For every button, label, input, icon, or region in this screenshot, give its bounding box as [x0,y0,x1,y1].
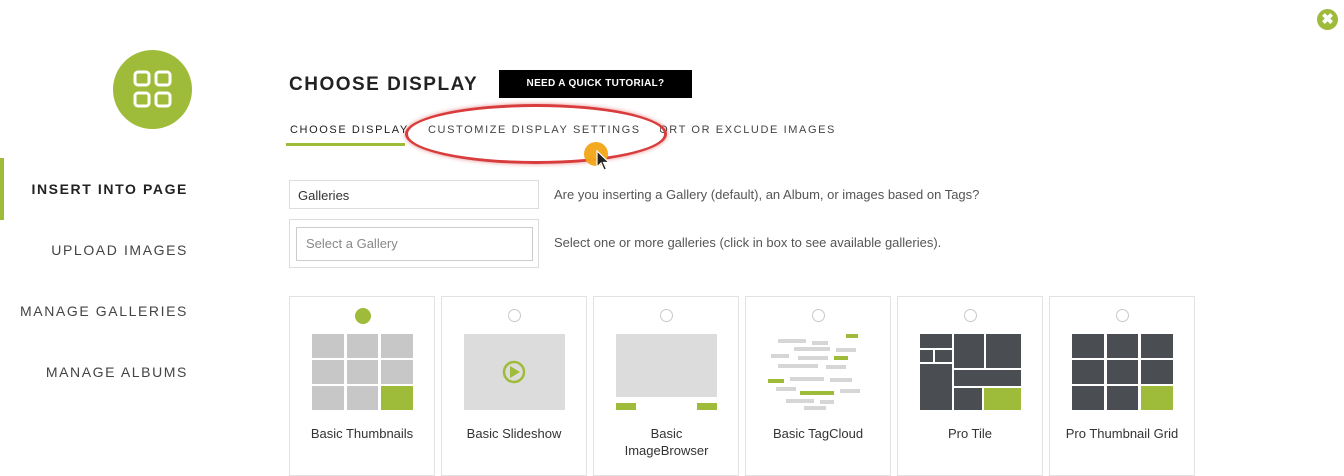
sidebar-active-indicator [0,158,4,220]
display-source-help: Are you inserting a Gallery (default), a… [554,187,980,202]
display-type-label: Basic ImageBrowser [624,426,709,458]
gallery-select-help: Select one or more galleries (click in b… [554,235,942,250]
display-type-label: Basic TagCloud [772,426,864,441]
imagebrowser-preview-icon [616,334,717,410]
sidebar-item-manage-albums[interactable]: MANAGE ALBUMS [46,364,188,380]
display-type-label: Pro Thumbnail Grid [1065,426,1179,441]
radio-unselected[interactable] [964,309,977,322]
slideshow-preview-icon [464,334,565,410]
tutorial-button[interactable]: NEED A QUICK TUTORIAL? [499,70,692,98]
radio-unselected[interactable] [1116,309,1129,322]
thumbnails-preview-icon [312,334,413,410]
radio-unselected[interactable] [812,309,825,322]
display-type-basic-thumbnails[interactable]: Basic Thumbnails [289,296,435,476]
gallery-select-container: Select a Gallery [289,219,539,268]
grid-icon [133,70,172,108]
display-type-basic-imagebrowser[interactable]: Basic ImageBrowser [593,296,739,476]
display-type-label: Pro Tile [947,426,993,441]
app-logo [113,50,192,129]
page-title: CHOOSE DISPLAY [289,74,479,95]
display-type-pro-tile[interactable]: Pro Tile [897,296,1043,476]
tab-choose-display[interactable]: CHOOSE DISPLAY [290,124,409,136]
tab-sort-or-exclude-images[interactable]: SORT OR EXCLUDE IMAGES [660,124,836,136]
display-type-basic-tagcloud[interactable]: Basic TagCloud [745,296,891,476]
pro-thumbnail-grid-preview-icon [1072,334,1173,410]
close-icon[interactable]: ✖ [1317,9,1338,30]
display-type-basic-slideshow[interactable]: Basic Slideshow [441,296,587,476]
display-type-label: Basic Thumbnails [310,426,414,441]
tab-customize-display-settings[interactable]: CUSTOMIZE DISPLAY SETTINGS [428,124,641,136]
tagcloud-preview-icon [768,334,860,410]
sidebar-item-manage-galleries[interactable]: MANAGE GALLERIES [20,303,188,319]
active-tab-underline [286,143,405,146]
display-type-pro-thumbnail-grid[interactable]: Pro Thumbnail Grid [1049,296,1195,476]
pro-tile-preview-icon [920,334,1021,410]
radio-selected[interactable] [355,308,371,324]
display-type-label: Basic Slideshow [466,426,562,441]
mouse-cursor-icon [596,150,610,171]
sidebar-item-insert-into-page[interactable]: INSERT INTO PAGE [31,181,188,197]
gallery-select-input[interactable]: Select a Gallery [296,227,533,261]
radio-unselected[interactable] [660,309,673,322]
radio-unselected[interactable] [508,309,521,322]
sidebar-item-upload-images[interactable]: UPLOAD IMAGES [51,242,188,258]
display-source-select[interactable]: Galleries [289,180,539,209]
